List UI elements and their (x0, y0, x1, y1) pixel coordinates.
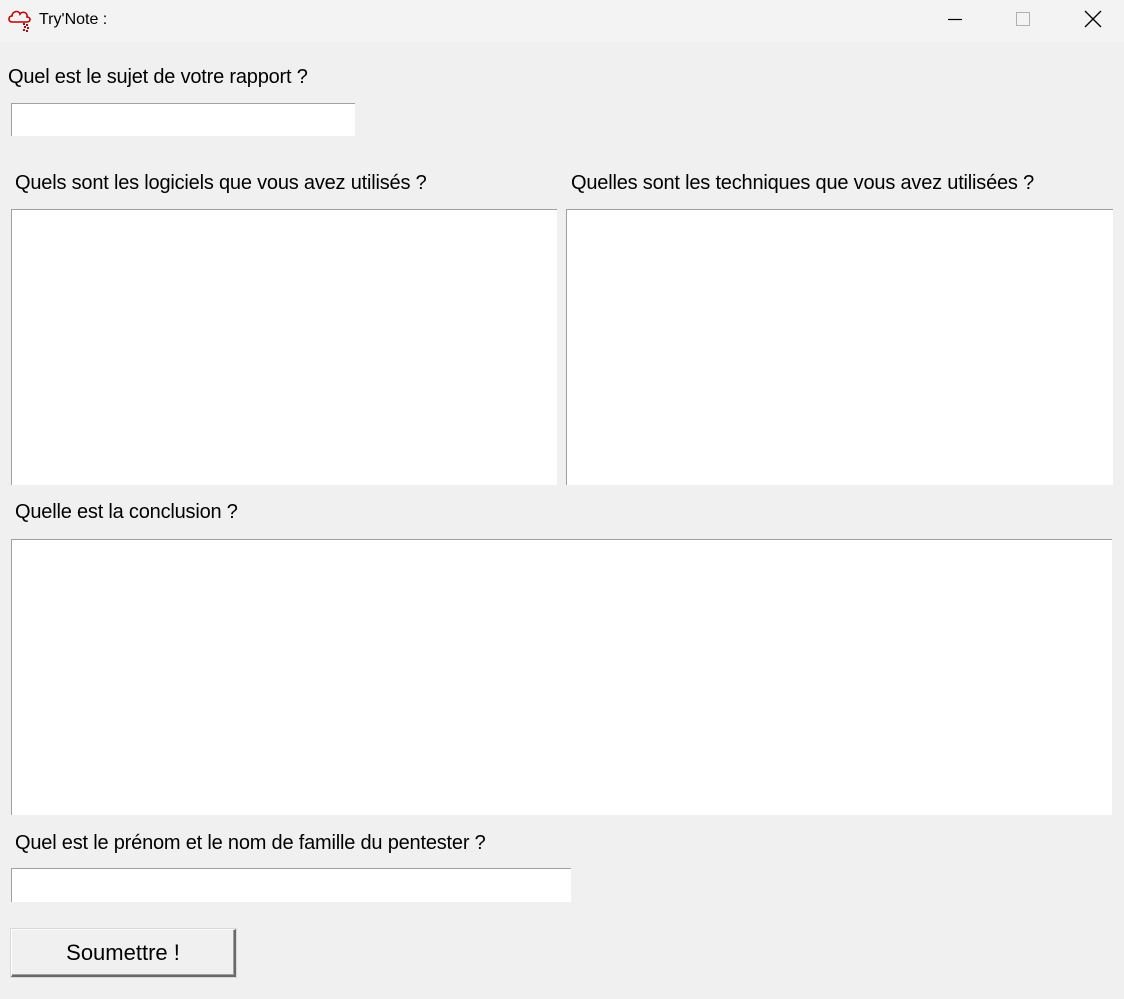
conclusion-label: Quelle est la conclusion ? (15, 501, 238, 523)
close-button[interactable] (1059, 0, 1124, 42)
pentester-name-input[interactable] (11, 868, 571, 902)
minimize-icon (947, 11, 963, 32)
maximize-icon (1015, 11, 1031, 32)
close-icon (1084, 10, 1102, 33)
pentester-label: Quel est le prénom et le nom de famille … (15, 832, 486, 854)
window-title: Try'Note : (39, 11, 108, 28)
maximize-button[interactable] (989, 0, 1057, 42)
software-textarea[interactable] (11, 209, 557, 485)
conclusion-textarea[interactable] (11, 539, 1112, 815)
software-label: Quels sont les logiciels que vous avez u… (15, 172, 427, 194)
minimize-button[interactable] (921, 0, 989, 42)
title-bar[interactable]: Try'Note : (0, 0, 1124, 42)
techniques-textarea[interactable] (566, 209, 1113, 485)
submit-button[interactable]: Soumettre ! (11, 929, 236, 977)
subject-label: Quel est le sujet de votre rapport ? (8, 66, 308, 88)
app-window: Try'Note : Quel est le sujet de votre ra… (0, 0, 1124, 999)
subject-input[interactable] (11, 103, 355, 136)
techniques-label: Quelles sont les techniques que vous ave… (571, 172, 1035, 194)
cloud-icon (7, 8, 33, 33)
